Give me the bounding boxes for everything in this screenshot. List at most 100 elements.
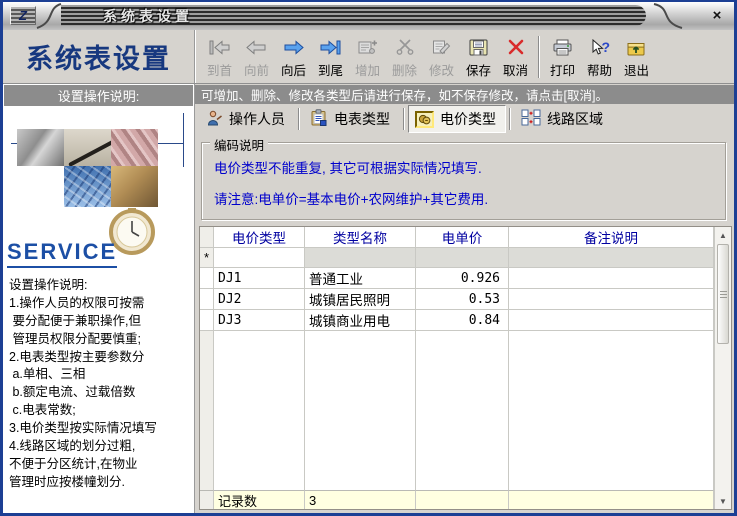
sidebar: 设置操作说明: SERVICE [3, 84, 195, 513]
tab-separator [509, 108, 511, 130]
toolbar-label: 取消 [503, 64, 528, 78]
delete-record-button[interactable]: 删除 [386, 34, 423, 79]
app-window: Z 系统表设置 × 系统表设置 到首 向前 向后 [0, 0, 737, 516]
go-last-button[interactable]: 到尾 [312, 34, 349, 79]
row-selector[interactable] [200, 268, 214, 289]
scroll-down-button[interactable]: ▼ [715, 493, 731, 509]
new-record-row[interactable]: * [200, 248, 714, 268]
toolbar-label: 到首 [207, 64, 232, 78]
pen-photo-tile [64, 129, 111, 166]
go-previous-button[interactable]: 向前 [238, 34, 275, 79]
sidebar-header: 设置操作说明: [4, 85, 193, 106]
instruments-photo-tile [111, 129, 158, 166]
groupbox-note-line2: 请注意:电单价=基本电价+农网维护+其它费用. [214, 188, 717, 208]
grid-cell-price[interactable]: 0.84 [416, 310, 509, 331]
tab-meter-types[interactable]: 电表类型 [303, 105, 400, 133]
grid-cell[interactable] [305, 248, 416, 268]
tab-operators[interactable]: 操作人员 [199, 105, 295, 133]
add-record-button[interactable]: 增加 [349, 34, 386, 79]
grid-cell[interactable] [416, 248, 509, 268]
grid-cell-note[interactable] [509, 289, 714, 310]
keyboard-photo-tile [64, 166, 111, 207]
desk-photo-tile [111, 166, 158, 207]
toolbar-label: 向后 [281, 64, 306, 78]
print-icon [544, 34, 581, 60]
toolbar-label: 保存 [466, 64, 491, 78]
tab-label: 线路区域 [547, 109, 603, 129]
header: 系统表设置 到首 向前 向后 到尾 增加 [3, 30, 734, 84]
grid-cell-type[interactable]: DJ1 [214, 268, 305, 289]
column-header: 电单价 [416, 227, 509, 248]
tab-bar: 操作人员 电表类型 电价类型 线路区域 [195, 104, 734, 134]
go-next-icon [275, 34, 312, 60]
scrollbar-thumb[interactable] [717, 244, 729, 344]
sidebar-notes: 设置操作说明: 1.操作人员的权限可按需 要分配便于兼职操作,但 管理员权限分配… [9, 277, 192, 492]
toolbar: 到首 向前 向后 到尾 增加 删除 [195, 30, 734, 83]
grid-filler-cell [509, 331, 714, 490]
vertical-scrollbar[interactable]: ▲ ▼ [714, 227, 731, 509]
footer-empty-cell [416, 490, 509, 509]
table-row[interactable]: DJ3 城镇商业用电 0.84 [200, 310, 714, 331]
window-title: 系统表设置 [103, 6, 193, 26]
scrollbar-track[interactable] [715, 345, 731, 493]
grid-cell[interactable] [214, 248, 305, 268]
grid-cell-name[interactable]: 城镇商业用电 [305, 310, 416, 331]
save-button[interactable]: 保存 [460, 34, 497, 79]
help-button[interactable]: ? 帮助 [581, 34, 618, 79]
table-row[interactable]: DJ2 城镇居民照明 0.53 [200, 289, 714, 310]
tab-label: 电表类型 [334, 109, 390, 129]
page-title: 系统表设置 [3, 30, 195, 83]
go-next-button[interactable]: 向后 [275, 34, 312, 79]
grid-cell-price[interactable]: 0.53 [416, 289, 509, 310]
column-header: 备注说明 [509, 227, 714, 248]
toolbar-label: 打印 [550, 64, 575, 78]
scroll-up-button[interactable]: ▲ [715, 227, 731, 243]
svg-text:?: ? [601, 39, 610, 55]
grid-cell[interactable] [509, 248, 714, 268]
toolbar-separator [538, 36, 540, 78]
row-selector-header [200, 227, 214, 248]
price-money-icon [415, 111, 434, 128]
app-logo-icon: Z [10, 6, 36, 25]
go-last-icon [312, 34, 349, 60]
modify-record-icon [423, 34, 460, 60]
row-selector[interactable] [200, 310, 214, 331]
modify-record-button[interactable]: 修改 [423, 34, 460, 79]
tab-separator [298, 108, 300, 130]
groupbox-note-line1: 电价类型不能重复, 其它可根据实际情况填写. [214, 157, 717, 177]
go-first-button[interactable]: 到首 [201, 34, 238, 79]
grid-cell-price[interactable]: 0.926 [416, 268, 509, 289]
main-panel: 可增加、删除、修改各类型后请进行保存，如不保存修改，请点击[取消]。 操作人员 … [195, 84, 734, 513]
footer-selector-cell [200, 490, 214, 509]
save-icon [460, 34, 497, 60]
coding-instructions-groupbox: 编码说明 电价类型不能重复, 其它可根据实际情况填写. 请注意:电单价=基本电价… [201, 142, 726, 220]
titlebar[interactable]: Z 系统表设置 × [3, 2, 734, 30]
grid-cell-note[interactable] [509, 268, 714, 289]
grid-cell-name[interactable]: 普通工业 [305, 268, 416, 289]
row-selector[interactable] [200, 289, 214, 310]
tab-price-types[interactable]: 电价类型 [408, 105, 506, 133]
exit-button[interactable]: 退出 [618, 34, 655, 79]
grid-cell-name[interactable]: 城镇居民照明 [305, 289, 416, 310]
grid-cell-note[interactable] [509, 310, 714, 331]
record-count-row: 记录数 3 [200, 490, 714, 509]
tab-line-areas[interactable]: 线路区域 [514, 105, 613, 133]
grid-cell-type[interactable]: DJ2 [214, 289, 305, 310]
exit-icon [618, 34, 655, 60]
titlebar-curve-right [650, 2, 684, 30]
service-collage-image: SERVICE [3, 121, 194, 269]
tab-label: 操作人员 [229, 109, 285, 129]
cancel-icon [497, 34, 534, 60]
new-row-marker: * [200, 248, 214, 268]
print-button[interactable]: 打印 [544, 34, 581, 79]
grid-empty-area [200, 331, 714, 490]
close-button[interactable]: × [708, 7, 726, 25]
table-row[interactable]: DJ1 普通工业 0.926 [200, 268, 714, 289]
tab-separator [403, 108, 405, 130]
column-header: 电价类型 [214, 227, 305, 248]
service-label: SERVICE [7, 239, 117, 268]
add-record-icon [349, 34, 386, 60]
operator-person-icon [206, 110, 223, 129]
cancel-button[interactable]: 取消 [497, 34, 534, 79]
grid-cell-type[interactable]: DJ3 [214, 310, 305, 331]
